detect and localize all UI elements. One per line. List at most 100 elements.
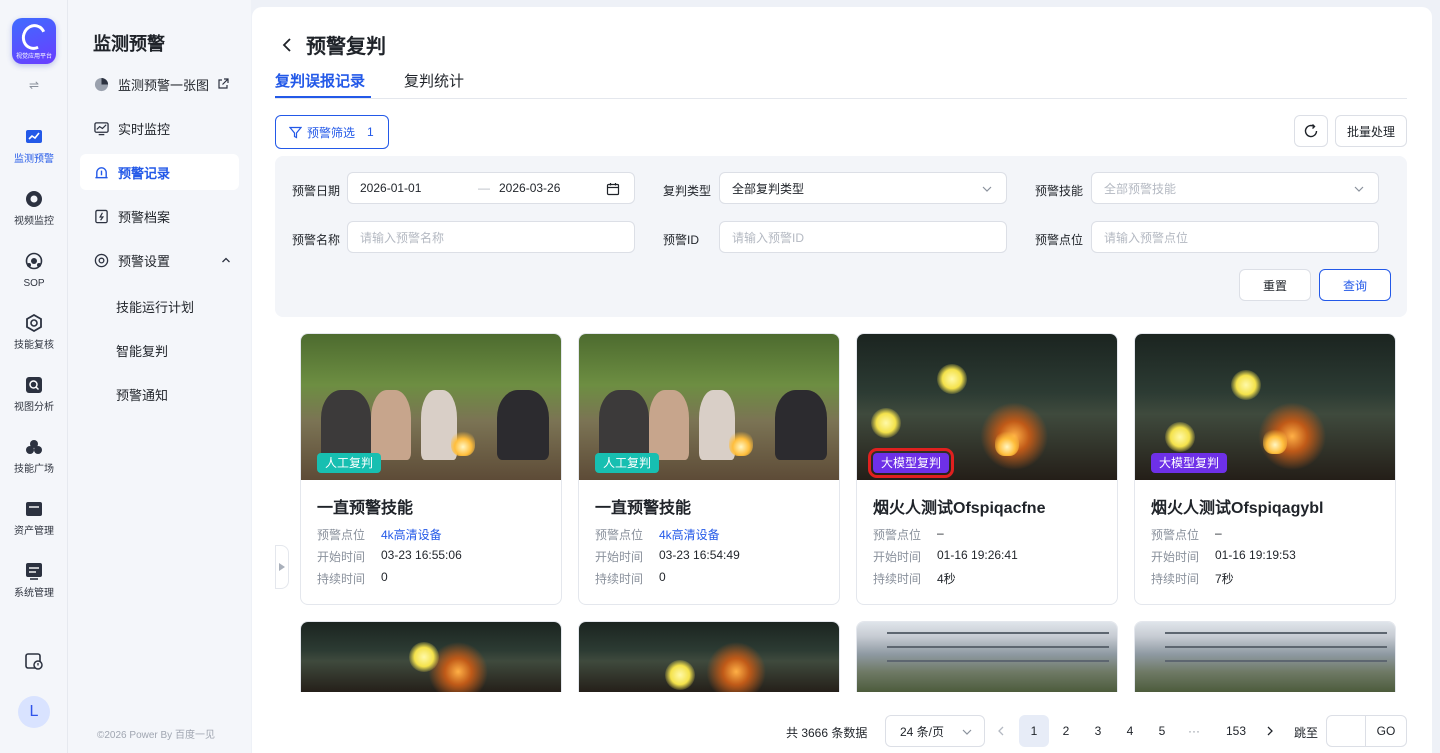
alert-name-input[interactable]: 请输入预警名称 xyxy=(347,221,635,253)
batch-process-button[interactable]: 批量处理 xyxy=(1335,115,1407,147)
alert-card[interactable]: 大模型复判 烟火人测试Ofspiqagybl 预警点位 – 开始时间 01-16… xyxy=(1134,333,1396,605)
asset-icon xyxy=(26,502,42,516)
user-avatar[interactable]: L xyxy=(18,696,50,728)
review-type-select[interactable]: 全部复判类型 xyxy=(719,172,1007,204)
sidebar-item-alert-records[interactable]: 预警记录 xyxy=(80,154,239,190)
point-label: 预警点位 xyxy=(317,528,366,542)
sidebar-item-alert-archive[interactable]: 预警档案 xyxy=(80,198,239,234)
page-ellipsis[interactable]: ··· xyxy=(1179,715,1209,747)
swap-icon[interactable]: ⇌ xyxy=(0,78,68,92)
alert-id-label: 预警ID xyxy=(663,233,700,247)
next-page-button[interactable] xyxy=(1263,715,1277,747)
sidebar-sub-alert-notify[interactable]: 预警通知 xyxy=(116,385,168,404)
review-type-value: 全部复判类型 xyxy=(732,181,805,196)
page-size-value: 24 条/页 xyxy=(900,724,945,739)
point-value[interactable]: 4k高清设备 xyxy=(381,526,442,543)
settings-icon xyxy=(94,253,109,267)
point-value: – xyxy=(937,526,944,540)
alert-point-label: 预警点位 xyxy=(1035,233,1084,247)
duration-label: 持续时间 xyxy=(873,572,922,586)
alert-filter-button[interactable]: 预警筛选 1 xyxy=(275,115,389,149)
sidebar: 监测预警 监测预警一张图 实时监控 预警记录 预警档案 预警设置 技能运行计划 … xyxy=(68,0,251,753)
calendar-icon xyxy=(606,183,620,196)
back-icon[interactable] xyxy=(280,37,296,53)
page-title: 预警复判 xyxy=(306,36,386,58)
camera-icon xyxy=(26,191,42,207)
start-time-value: 03-23 16:55:06 xyxy=(381,548,462,562)
sidebar-item-live-monitor[interactable]: 实时监控 xyxy=(80,110,239,146)
query-button[interactable]: 查询 xyxy=(1319,269,1391,301)
alert-card[interactable]: 人工复判 一直预警技能 预警点位 4k高清设备 开始时间 03-23 16:55… xyxy=(300,333,562,605)
sidebar-collapse-handle[interactable] xyxy=(275,545,289,589)
page-number[interactable]: 5 xyxy=(1147,715,1177,747)
tab-review-stats[interactable]: 复判统计 xyxy=(404,70,464,91)
refresh-icon xyxy=(1304,124,1318,138)
jump-to-label: 跳至 xyxy=(1294,726,1319,740)
schedule-icon[interactable] xyxy=(24,651,44,671)
review-type-tag: 人工复判 xyxy=(317,453,382,473)
alert-card[interactable]: 大模型复判 烟火人测试Ofspiqacfne 预警点位 – 开始时间 01-16… xyxy=(856,333,1118,605)
archive-bolt-icon xyxy=(95,209,108,223)
chevron-right-icon xyxy=(279,563,285,571)
page-number[interactable]: 1 xyxy=(1019,715,1049,747)
alert-id-input[interactable]: 请输入预警ID xyxy=(719,221,1007,253)
alert-skill-label: 预警技能 xyxy=(1035,184,1084,198)
review-type-label: 复判类型 xyxy=(663,184,712,198)
hexagon-icon xyxy=(26,314,42,332)
point-label: 预警点位 xyxy=(873,528,922,542)
rail-item-view-analysis[interactable]: 视图分析 xyxy=(0,376,68,413)
card-title: 烟火人测试Ofspiqagybl xyxy=(1151,500,1324,517)
alert-name-placeholder: 请输入预警名称 xyxy=(360,230,445,245)
system-icon xyxy=(26,563,42,580)
alert-card[interactable] xyxy=(578,621,840,692)
alert-card[interactable] xyxy=(1134,621,1396,692)
alert-card[interactable]: 人工复判 一直预警技能 预警点位 4k高清设备 开始时间 03-23 16:54… xyxy=(578,333,840,605)
point-value[interactable]: 4k高清设备 xyxy=(659,526,720,543)
page-number[interactable]: 3 xyxy=(1083,715,1113,747)
rail-item-sop[interactable]: SOP xyxy=(0,252,68,289)
rail-item-assets[interactable]: 资产管理 xyxy=(0,500,68,537)
sidebar-item-alert-settings[interactable]: 预警设置 xyxy=(80,242,239,278)
alert-point-input[interactable]: 请输入预警点位 xyxy=(1091,221,1379,253)
alert-date-label: 预警日期 xyxy=(292,184,341,198)
sidebar-sub-skill-plan[interactable]: 技能运行计划 xyxy=(116,297,194,316)
sidebar-sub-smart-review[interactable]: 智能复判 xyxy=(116,341,168,360)
refresh-button[interactable] xyxy=(1294,115,1328,147)
date-separator: — xyxy=(478,181,490,195)
sidebar-title: 监测预警 xyxy=(93,34,165,54)
card-title: 烟火人测试Ofspiqacfne xyxy=(873,500,1046,517)
rail-item-video[interactable]: 视频监控 xyxy=(0,190,68,227)
point-label: 预警点位 xyxy=(1151,528,1200,542)
page-number[interactable]: 4 xyxy=(1115,715,1145,747)
page-number[interactable]: 2 xyxy=(1051,715,1081,747)
app-logo[interactable]: 视觉应用平台 xyxy=(12,18,56,64)
duration-label: 持续时间 xyxy=(595,572,644,586)
date-range-picker[interactable]: 2026-01-01 — 2026-03-26 xyxy=(347,172,635,204)
review-type-tag: 人工复判 xyxy=(595,453,660,473)
jump-page-input[interactable] xyxy=(1326,715,1366,747)
chevron-down-icon xyxy=(962,729,972,735)
go-button[interactable]: GO xyxy=(1365,715,1407,747)
alert-card[interactable] xyxy=(856,621,1118,692)
rail-item-monitoring[interactable]: 监测预警 xyxy=(0,128,68,165)
start-time-label: 开始时间 xyxy=(317,550,366,564)
sidebar-item-overview-map[interactable]: 监测预警一张图 xyxy=(80,66,239,102)
page-number[interactable]: 153 xyxy=(1218,715,1254,747)
prev-page-button[interactable] xyxy=(994,715,1008,747)
alert-id-placeholder: 请输入预警ID xyxy=(732,230,805,245)
alert-skill-select[interactable]: 全部预警技能 xyxy=(1091,172,1379,204)
logo-icon xyxy=(18,20,50,54)
alert-card[interactable] xyxy=(300,621,562,692)
start-time-label: 开始时间 xyxy=(873,550,922,564)
rail-item-skill-review[interactable]: 技能复核 xyxy=(0,314,68,351)
alarm-icon xyxy=(95,166,108,178)
page-size-select[interactable]: 24 条/页 xyxy=(885,715,985,747)
tab-false-alarm-records[interactable]: 复判误报记录 xyxy=(275,70,365,91)
rail-item-skill-market[interactable]: 技能广场 xyxy=(0,438,68,475)
image-search-icon xyxy=(26,377,42,393)
rail-item-system[interactable]: 系统管理 xyxy=(0,562,68,599)
sidebar-item-label: 监测预警一张图 xyxy=(118,77,210,93)
start-time-label: 开始时间 xyxy=(1151,550,1200,564)
reset-button[interactable]: 重置 xyxy=(1239,269,1311,301)
start-time-value: 01-16 19:26:41 xyxy=(937,548,1018,562)
